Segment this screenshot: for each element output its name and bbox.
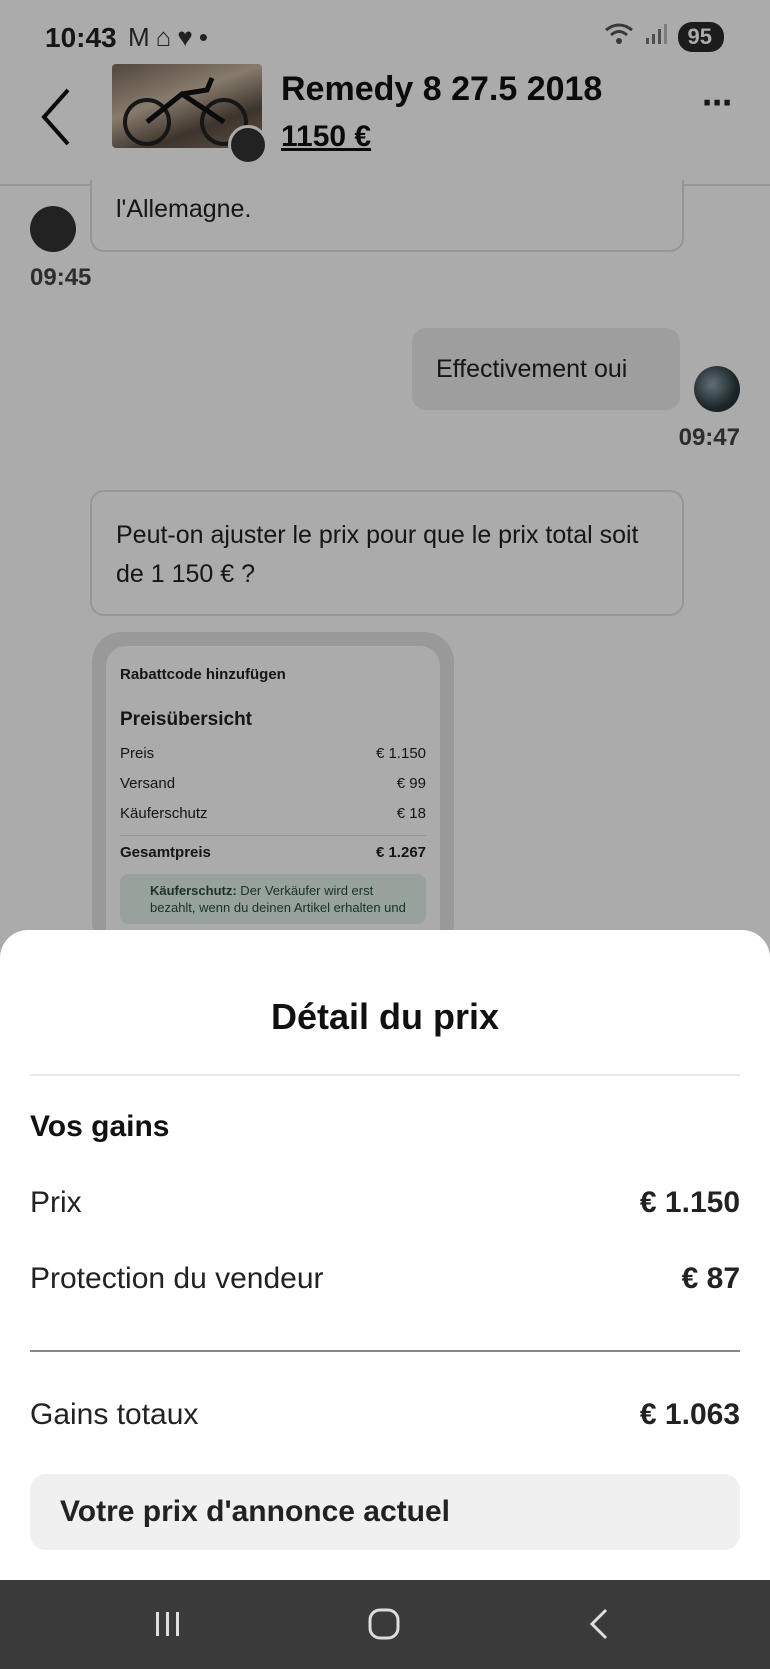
price-value: € 1.150 bbox=[639, 1186, 740, 1219]
back-icon[interactable] bbox=[570, 1602, 630, 1646]
total-earnings-label: Gains totaux bbox=[30, 1398, 199, 1431]
sheet-title: Détail du prix bbox=[270, 996, 500, 1037]
seller-protection-label: Protection du vendeur bbox=[30, 1262, 324, 1295]
total-divider bbox=[30, 1350, 740, 1352]
current-listing-price-button[interactable]: Votre prix d'annonce actuel bbox=[30, 1474, 740, 1550]
price-detail-sheet: Détail du prix Vos gains Prix € 1.150 Pr… bbox=[0, 930, 770, 1580]
seller-protection-value: € 87 bbox=[681, 1262, 740, 1295]
total-earnings-value: € 1.063 bbox=[639, 1398, 740, 1431]
navigation-bar bbox=[0, 1580, 770, 1669]
earnings-heading: Vos gains bbox=[30, 1110, 170, 1143]
price-label: Prix bbox=[30, 1186, 82, 1219]
total-earnings-row: Gains totaux € 1.063 bbox=[30, 1398, 740, 1432]
seller-protection-row: Protection du vendeur € 87 bbox=[30, 1262, 740, 1296]
divider bbox=[30, 1074, 740, 1076]
home-icon[interactable] bbox=[354, 1602, 414, 1646]
recent-apps-icon[interactable] bbox=[138, 1602, 198, 1646]
price-row: Prix € 1.150 bbox=[30, 1186, 740, 1220]
